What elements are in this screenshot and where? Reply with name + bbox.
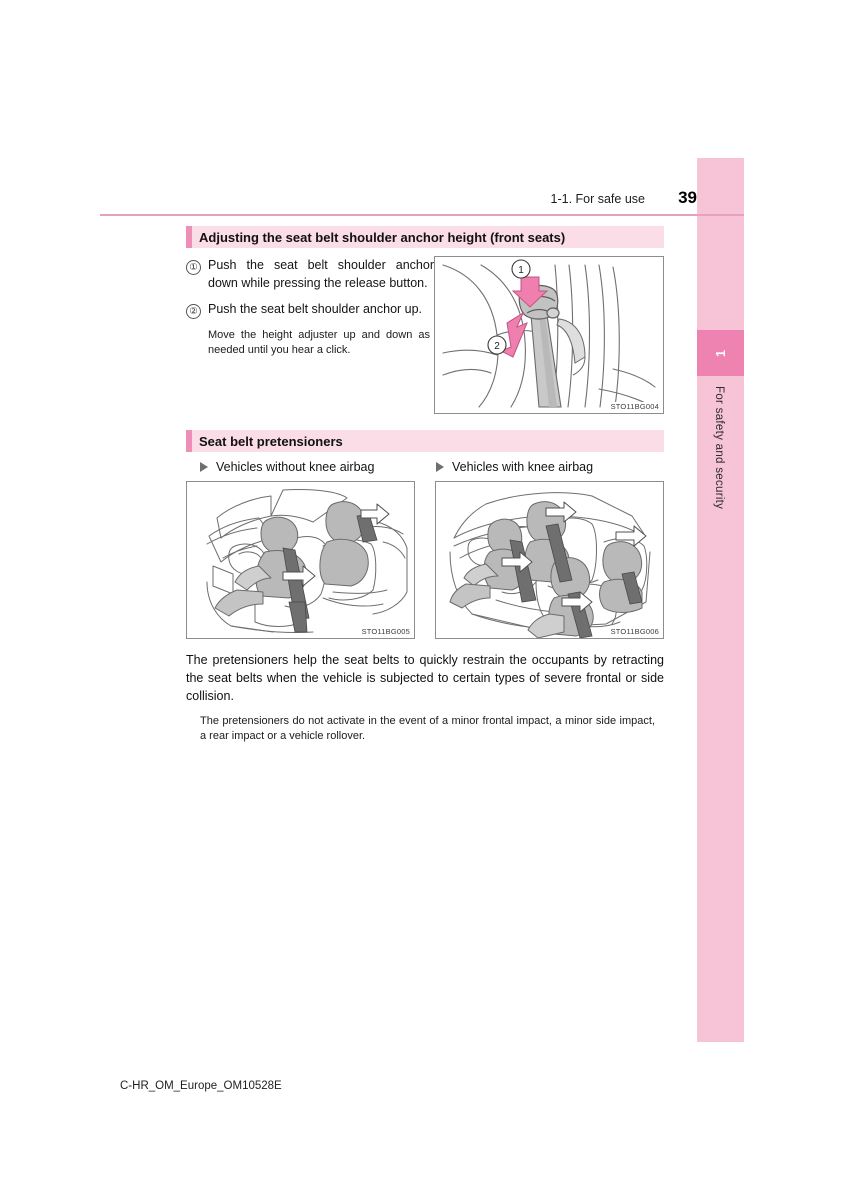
- subheading-text: Vehicles without knee airbag: [216, 460, 375, 474]
- chapter-index-label-text: For safety and security: [713, 386, 725, 510]
- circled-number-1: ①: [186, 260, 201, 275]
- section-heading-shoulder-anchor: Adjusting the seat belt shoulder anchor …: [186, 226, 664, 248]
- header-chapter-title: 1-1. For safe use: [550, 192, 646, 206]
- pretensioners-note: The pretensioners do not activate in the…: [200, 715, 655, 742]
- shoulder-anchor-note: Move the height adjuster up and down as …: [208, 329, 430, 356]
- figure-code: STO11BG006: [609, 627, 660, 636]
- figure-with-knee-airbag-illustration: [436, 482, 663, 638]
- figure-code: STO11BG004: [609, 402, 660, 411]
- circled-number-2: ②: [186, 304, 201, 319]
- shoulder-anchor-block: ① Push the seat belt shoulder anchor dow…: [186, 256, 664, 414]
- step-marker-2: ②: [186, 301, 208, 319]
- page-content: Adjusting the seat belt shoulder anchor …: [186, 226, 664, 744]
- page-number: 39: [678, 188, 697, 207]
- subheading-with-knee-airbag: Vehicles with knee airbag: [422, 460, 658, 474]
- chapter-index-strip: 1 For safety and security: [697, 158, 744, 1042]
- subheading-text: Vehicles with knee airbag: [452, 460, 594, 474]
- triangle-bullet-icon: [200, 462, 208, 472]
- chapter-index-label: For safety and security: [697, 384, 744, 509]
- svg-text:1: 1: [518, 265, 524, 276]
- chapter-index-number-text: 1: [713, 349, 728, 357]
- figure-with-knee-airbag: STO11BG006: [435, 481, 664, 639]
- step-text-2: Push the seat belt shoulder anchor up.: [208, 302, 423, 316]
- subheading-without-knee-airbag: Vehicles without knee airbag: [186, 460, 422, 474]
- pretensioner-subheadings: Vehicles without knee airbag Vehicles wi…: [186, 460, 664, 474]
- chapter-index-number: 1: [697, 330, 744, 376]
- pretensioners-description: The pretensioners help the seat belts to…: [186, 653, 664, 703]
- pretensioner-figures: STO11BG005 STO11BG006: [186, 481, 664, 639]
- running-header: 1-1. For safe use 39: [100, 188, 698, 208]
- figure-callout-2: 2: [487, 335, 507, 355]
- figure-shoulder-anchor: 1 2 STO11BG004: [434, 256, 664, 414]
- section-heading-text: Seat belt pretensioners: [199, 433, 343, 449]
- figure-shoulder-anchor-illustration: 1 2: [435, 257, 663, 413]
- header-divider-rule: [100, 214, 744, 216]
- svg-text:2: 2: [494, 341, 500, 352]
- triangle-bullet-icon: [436, 462, 444, 472]
- figure-without-knee-airbag: STO11BG005: [186, 481, 415, 639]
- figure-without-knee-airbag-illustration: [187, 482, 414, 638]
- figure-callout-1: 1: [511, 259, 531, 279]
- list-item: ② Push the seat belt shoulder anchor up.: [186, 301, 434, 319]
- section-heading-text: Adjusting the seat belt shoulder anchor …: [199, 229, 566, 245]
- figure-code: STO11BG005: [360, 627, 411, 636]
- section-heading-pretensioners: Seat belt pretensioners: [186, 430, 664, 452]
- step-text-1: Push the seat belt shoulder anchor down …: [208, 258, 434, 290]
- shoulder-anchor-steps: ① Push the seat belt shoulder anchor dow…: [186, 256, 434, 358]
- list-item: ① Push the seat belt shoulder anchor dow…: [186, 257, 434, 292]
- step-marker-1: ①: [186, 257, 208, 292]
- footer-document-code: C-HR_OM_Europe_OM10528E: [120, 1080, 282, 1092]
